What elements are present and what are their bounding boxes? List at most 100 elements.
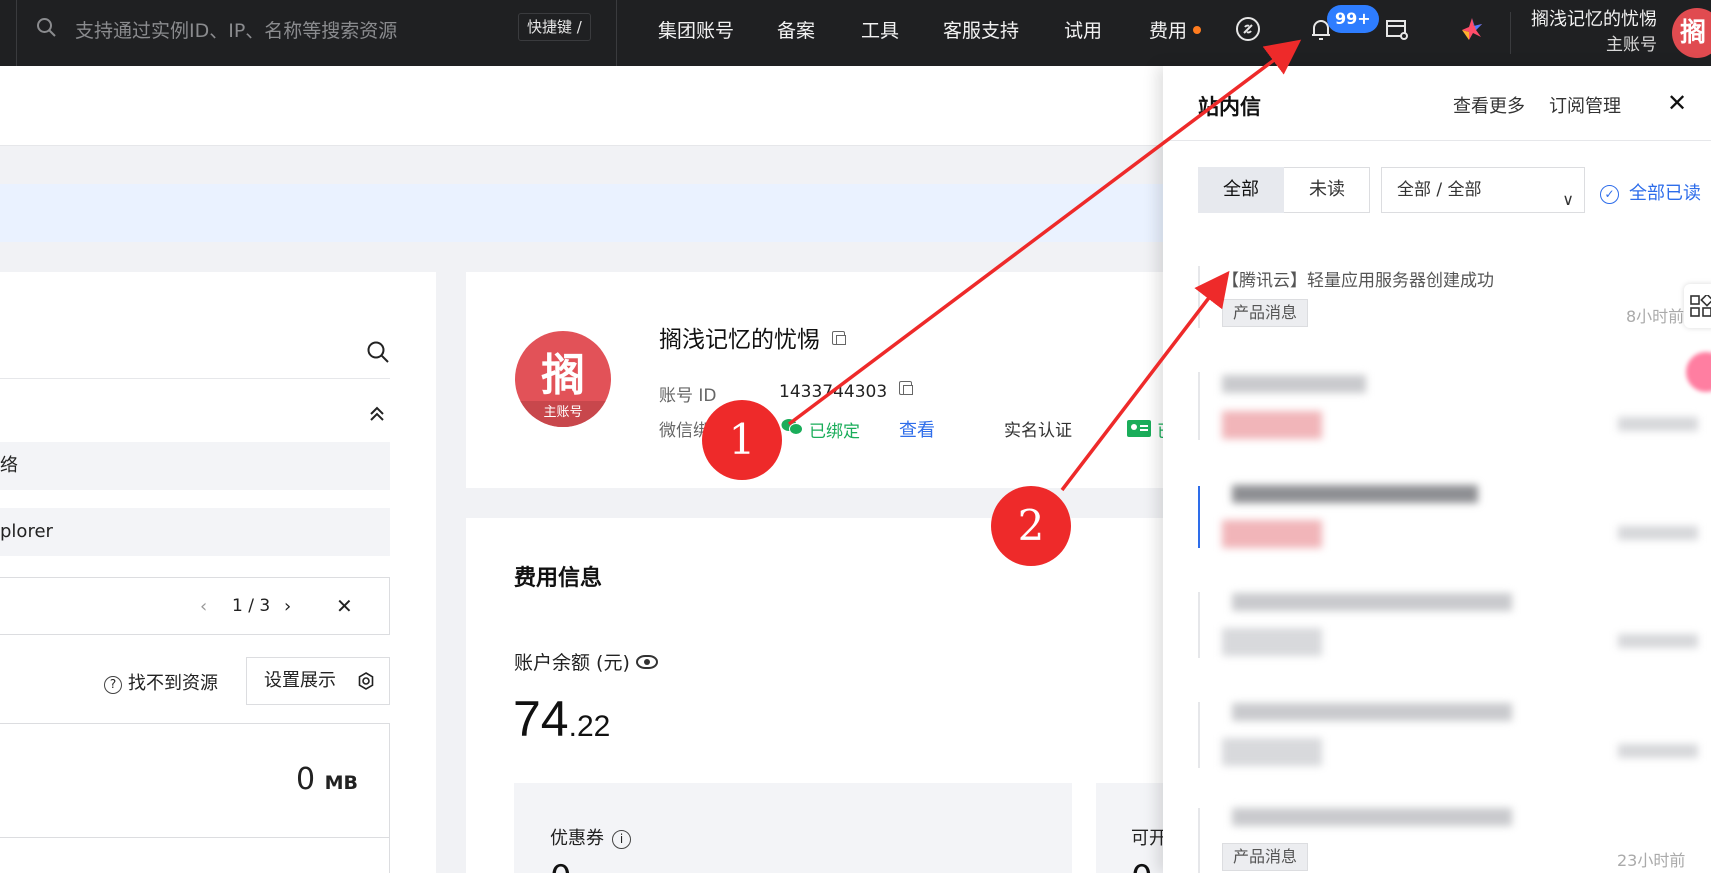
- message-tag: 产品消息: [1222, 299, 1309, 327]
- close-icon[interactable]: ✕: [336, 594, 353, 618]
- check-circle-icon: ✓: [1600, 185, 1619, 204]
- wechat-icon: [781, 419, 803, 435]
- shortcut-hint: 快捷键 /: [518, 13, 591, 41]
- top-navigation-bar: 支持通过实例ID、IP、名称等搜索资源 快捷键 / 集团账号 备案 工具 客服支…: [0, 0, 1711, 66]
- balance-label-text: 账户余额 (元): [514, 652, 630, 674]
- divider: [0, 378, 390, 379]
- help-label: 找不到资源: [128, 673, 218, 694]
- message-title[interactable]: 【腾讯云】轻量应用服务器创建成功: [1222, 266, 1494, 291]
- search-icon[interactable]: [366, 340, 390, 364]
- message-title[interactable]: [1232, 808, 1512, 826]
- global-search-input[interactable]: 支持通过实例ID、IP、名称等搜索资源: [75, 16, 397, 43]
- notification-dot: [1193, 26, 1202, 34]
- balance-value: 74.22: [513, 690, 610, 748]
- nav-group-account[interactable]: 集团账号: [658, 16, 734, 43]
- chevron-down-icon: ∨: [1562, 190, 1574, 209]
- message-indicator: [1198, 702, 1200, 768]
- nav-trial[interactable]: 试用: [1064, 16, 1102, 43]
- mark-all-read-label: 全部已读: [1629, 183, 1701, 204]
- coupon-value: 0: [550, 858, 572, 873]
- profile-name-text: 搁浅记忆的忧惕: [659, 327, 820, 353]
- gear-icon: [358, 672, 374, 690]
- help-icon: ?: [104, 676, 122, 694]
- prev-page-icon[interactable]: ‹: [200, 596, 207, 617]
- info-icon[interactable]: i: [612, 830, 631, 849]
- stat-box: [0, 838, 390, 873]
- list-item[interactable]: 络: [0, 442, 390, 490]
- account-role: 主账号: [1606, 35, 1657, 55]
- tab-unread[interactable]: 未读: [1284, 167, 1370, 213]
- message-title[interactable]: [1232, 703, 1512, 721]
- annotation-marker-1: 1: [702, 400, 782, 480]
- drawer-title: 站内信: [1198, 95, 1261, 119]
- realname-label: 实名认证: [1004, 421, 1072, 441]
- coupon-label-text: 优惠券: [550, 828, 604, 849]
- avatar: 搁 主账号: [515, 331, 611, 427]
- profile-name: 搁浅记忆的忧惕: [659, 320, 846, 354]
- category-select-value: 全部 / 全部: [1397, 180, 1482, 200]
- account-name[interactable]: 搁浅记忆的忧惕: [1527, 5, 1657, 31]
- eye-icon[interactable]: [635, 655, 658, 669]
- message-title[interactable]: [1232, 485, 1478, 503]
- balance-integer: 74: [513, 691, 569, 747]
- link-icon[interactable]: [1235, 16, 1261, 42]
- display-settings-label: 设置展示: [264, 670, 336, 691]
- message-tag: 产品消息: [1222, 843, 1309, 871]
- message-tag: [1222, 628, 1322, 656]
- message-tag: [1222, 411, 1322, 439]
- storage-value: 0 MB: [296, 762, 358, 797]
- invoice-label: 可开: [1131, 828, 1167, 849]
- message-title[interactable]: [1232, 593, 1512, 611]
- display-settings-button[interactable]: 设置展示: [246, 657, 390, 705]
- avatar[interactable]: 搁: [1672, 8, 1711, 58]
- close-icon[interactable]: ✕: [1667, 89, 1687, 117]
- invoice-value: 0: [1131, 858, 1153, 873]
- console-settings-icon[interactable]: [1384, 16, 1410, 42]
- ai-assistant-icon[interactable]: [1459, 16, 1485, 42]
- id-card-icon: [1127, 420, 1151, 437]
- coupon-label: 优惠券 i: [550, 824, 631, 850]
- cannot-find-resource-link[interactable]: ? 找不到资源: [104, 669, 218, 695]
- billing-title: 费用信息: [514, 566, 603, 591]
- copy-icon[interactable]: [832, 331, 846, 345]
- account-id-text: 1433744303: [779, 382, 888, 402]
- mark-all-read-button[interactable]: ✓ 全部已读: [1600, 179, 1701, 205]
- nav-customer-support[interactable]: 客服支持: [943, 16, 1019, 43]
- message-time: [1618, 417, 1698, 431]
- category-select[interactable]: 全部 / 全部 ∨: [1381, 167, 1585, 213]
- message-time: 23小时前: [1617, 851, 1686, 870]
- side-toolbar[interactable]: [1684, 284, 1711, 328]
- message-indicator: [1198, 266, 1200, 328]
- message-indicator: [1198, 808, 1200, 873]
- next-page-icon[interactable]: ›: [284, 596, 291, 617]
- divider: [1510, 12, 1511, 54]
- grid-icon: [1690, 295, 1711, 317]
- storage-number: 0: [296, 762, 316, 797]
- view-wechat-link[interactable]: 查看: [899, 416, 935, 442]
- divider: [16, 0, 17, 66]
- divider: [616, 0, 617, 66]
- storage-unit: MB: [324, 772, 359, 794]
- account-id-label: 账号 ID: [659, 386, 717, 406]
- notification-count-badge: 99+: [1327, 5, 1379, 33]
- list-item[interactable]: plorer: [0, 508, 390, 556]
- nav-tools[interactable]: 工具: [861, 16, 899, 43]
- message-tag: [1222, 738, 1322, 766]
- copy-icon[interactable]: [899, 381, 914, 395]
- nav-billing[interactable]: 费用: [1149, 16, 1202, 43]
- message-time: [1618, 634, 1698, 648]
- nav-icp-filing[interactable]: 备案: [777, 16, 815, 43]
- message-title[interactable]: [1222, 375, 1366, 393]
- message-indicator: [1198, 372, 1200, 440]
- message-tag: [1222, 520, 1322, 548]
- view-more-link[interactable]: 查看更多: [1453, 92, 1525, 118]
- account-id-value: 1433744303: [779, 381, 914, 402]
- divider: [1163, 140, 1711, 141]
- balance-label: 账户余额 (元): [514, 648, 658, 675]
- message-indicator: [1198, 486, 1200, 548]
- subscription-management-link[interactable]: 订阅管理: [1549, 92, 1621, 118]
- collapse-icon[interactable]: [368, 405, 386, 423]
- pager-bar: [0, 577, 390, 635]
- tab-all[interactable]: 全部: [1198, 167, 1284, 213]
- search-icon[interactable]: [36, 17, 56, 37]
